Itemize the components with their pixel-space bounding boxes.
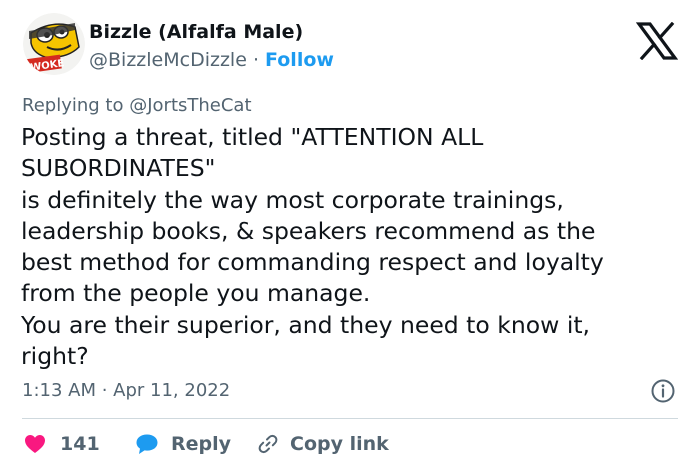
tweet-card: WOKE Bizzle (Alfalfa Male) @BizzleMcDizz…: [0, 0, 700, 471]
reply-button[interactable]: Reply: [135, 428, 231, 460]
tweet-text-line: is definitely the way most corporate tra…: [21, 185, 564, 214]
heart-icon: [25, 435, 45, 453]
copy-link-button[interactable]: Copy link: [256, 428, 389, 460]
reply-label: Reply: [171, 433, 232, 455]
like-count: 141: [60, 433, 100, 455]
tweet-text-line: leadership books, & speakers recommend a…: [21, 216, 596, 245]
copy-link-label: Copy link: [290, 433, 389, 455]
author-name[interactable]: Bizzle (Alfalfa Male): [89, 19, 303, 45]
avatar[interactable]: WOKE: [23, 13, 85, 75]
link-icon: [258, 434, 278, 454]
tweet-text-line: Posting a threat, titled "ATTENTION ALL: [21, 123, 484, 151]
divider: [22, 418, 678, 419]
follow-button[interactable]: Follow: [265, 49, 334, 71]
tweet-text-line: from the people you manage.: [21, 279, 371, 308]
x-logo-icon[interactable]: [635, 21, 679, 61]
reply-context: Replying to @JortsTheCat: [22, 94, 252, 118]
author-handle-line: @BizzleMcDizzle · Follow: [89, 47, 334, 73]
tweet-text-line: You are their superior, and they need to…: [21, 310, 591, 339]
tweet-text-line: SUBORDINATES": [21, 154, 216, 183]
author-handle[interactable]: @BizzleMcDizzle: [89, 49, 247, 71]
separator-dot: ·: [252, 49, 259, 71]
reply-context-handle[interactable]: @JortsTheCat: [129, 95, 251, 116]
tweet-text: Posting a threat, titled "ATTENTION ALL …: [21, 122, 691, 372]
reply-context-prefix: Replying to: [22, 95, 124, 116]
tweet-timestamp[interactable]: 1:13 AM · Apr 11, 2022: [22, 379, 230, 403]
info-icon[interactable]: [650, 378, 676, 404]
avatar-image: WOKE: [23, 13, 85, 75]
reply-bubble-icon: [136, 434, 158, 454]
tweet-text-line: right?: [21, 342, 89, 371]
like-button[interactable]: 141: [24, 428, 100, 460]
tweet-text-line: best method for commanding respect and l…: [21, 248, 604, 277]
